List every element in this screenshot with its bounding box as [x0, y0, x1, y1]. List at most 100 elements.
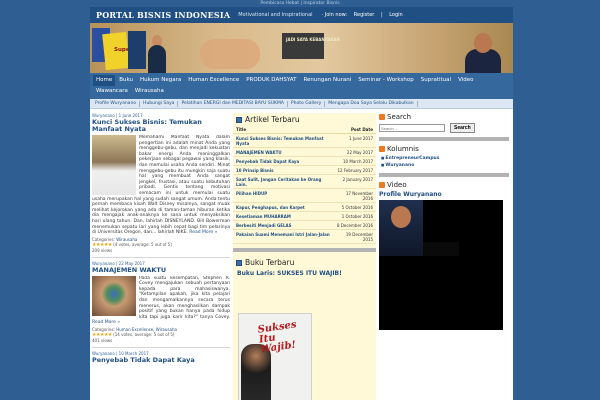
subnav-hubungi[interactable]: Hubungi Saya: [140, 100, 179, 107]
col-title-header: Title: [233, 126, 334, 134]
post-title[interactable]: MANAJEMEN WAKTU: [92, 266, 230, 274]
kolumnis-link[interactable]: EntrepreneurCampus: [385, 156, 439, 161]
table-row: Saat Sulit, Jangan Ceritakan ke Orang La…: [233, 174, 376, 189]
search-heading: Search: [379, 113, 509, 121]
table-row: Berbesiti Menjadi GELAS 8 December 2016: [233, 220, 376, 230]
post-image-mecca[interactable]: [92, 135, 136, 195]
artikel-heading: Artikel Terbaru: [233, 113, 376, 126]
post-meta: Categories: Wirausaha ★★★★★ (4 votes, av…: [92, 237, 230, 253]
nav-supratitual[interactable]: Supratitual: [418, 75, 454, 86]
article-date: 10 March 2017: [333, 156, 376, 166]
list-item: Wuryanano: [381, 162, 509, 169]
content-columns: Wuryanano | 1 June 2017 Kunci Sukses Bis…: [90, 109, 513, 400]
view-count: 209 views: [92, 247, 113, 253]
search-input[interactable]: [379, 124, 445, 132]
box-icon: [236, 116, 242, 123]
article-link[interactable]: 10 Prinsip Bisnis: [236, 168, 274, 173]
section-divider: [379, 137, 509, 141]
subnav-profile[interactable]: Profile Wuryanano: [92, 100, 141, 107]
sub-nav: Profile Wuryanano Hubungi Saya Pelatihan…: [90, 99, 513, 109]
nav-home[interactable]: Home: [93, 75, 116, 86]
kolumnis-link[interactable]: Wuryanano: [385, 163, 414, 168]
section-divider: [379, 173, 509, 177]
register-link[interactable]: Register: [354, 12, 375, 18]
article-date: 12 February 2017: [333, 165, 376, 175]
read-more-link[interactable]: Read More »: [92, 320, 120, 325]
box-icon: [236, 259, 242, 266]
site-title[interactable]: PORTAL BISNIS INDONESIA: [96, 10, 230, 20]
nav-hukum-negara[interactable]: Hukum Negara: [137, 75, 184, 86]
article-link[interactable]: Kapur, Penghapus, dan Karpet: [236, 205, 305, 210]
post-excerpt: Pada suatu kesempatan, Stephen R. Covey …: [92, 275, 230, 326]
post-title[interactable]: Penyebab Tidak Dapat Kaya: [92, 357, 230, 364]
article-link[interactable]: Kesetiaman MUHARRAM: [236, 214, 291, 219]
post-item: Wuryanano | 1 June 2017 Kunci Sukses Bis…: [92, 113, 230, 253]
nav-human-excellence[interactable]: Human Excellence: [185, 75, 242, 86]
site-tagline: Motivational and Inspirational: [238, 12, 313, 18]
article-link[interactable]: Berbesiti Menjadi GELAS: [236, 223, 292, 228]
post-meta: Categories: Human Excellence, Wirausaha …: [92, 327, 230, 343]
book-cover-title: Sukses Itu Wajib!: [257, 319, 298, 356]
nav-seminar-workshop[interactable]: Seminar - Workshop: [355, 75, 417, 86]
video-heading-text: Video: [387, 181, 407, 189]
rss-icon: [379, 146, 385, 152]
posts-column: Wuryanano | 1 June 2017 Kunci Sukses Bis…: [92, 113, 230, 368]
title-bar: PORTAL BISNIS INDONESIA Motivational and…: [90, 7, 513, 23]
view-count: 401 views: [92, 338, 113, 344]
login-link[interactable]: Login: [389, 12, 403, 18]
subnav-pelatihan[interactable]: Pelatihan ENERGI dan MEDITASI BAYU SUKMA: [178, 100, 288, 107]
search-button[interactable]: Search: [450, 123, 475, 133]
article-date: 17 November 2016: [333, 188, 376, 203]
nav-renungan-nurani[interactable]: Renungan Nurani: [300, 75, 354, 86]
banner-cover-text: JADI SAYA KEBANYAKAN: [286, 37, 340, 42]
rss-icon: [379, 114, 385, 120]
article-link[interactable]: Penyebab Tidak Dapat Kaya: [236, 159, 299, 164]
rating-text: (14 votes, average: 5 out of 5): [113, 332, 175, 338]
article-link[interactable]: Pilihan HIDUP: [236, 191, 267, 196]
video-player[interactable]: [379, 200, 503, 330]
nav-buku[interactable]: Buku: [116, 75, 136, 86]
nav-wawancara[interactable]: Wawancara: [93, 86, 131, 97]
buku-title-link[interactable]: Buku Laris: SUKSES ITU WAJIB!: [233, 269, 376, 278]
kolumnis-heading: Kolumnis: [379, 145, 509, 153]
table-row: Kapur, Penghapus, dan Karpet 5 October 20…: [233, 202, 376, 212]
rss-icon: [379, 182, 385, 188]
subnav-mengapa-doa[interactable]: Mengapa Doa Saya Selalu Dikabulkan: [325, 100, 418, 107]
post-title[interactable]: Kunci Sukses Bisnis: Temukan Manfaat Nya…: [92, 119, 230, 133]
section-divider: [233, 248, 376, 252]
banner-author-photo: [465, 31, 501, 73]
nav-video[interactable]: Video: [455, 75, 476, 86]
artikel-heading-text: Artikel Terbaru: [245, 115, 300, 124]
book-cover-image[interactable]: Sukses Itu Wajib!: [238, 313, 312, 400]
article-date: 1 October 2016: [333, 211, 376, 221]
link-separator: |: [380, 12, 383, 18]
banner-book-dark: [128, 31, 146, 69]
table-row: Pilihan HIDUP 17 November 2016: [233, 188, 376, 203]
video-title[interactable]: Profile Wuryanano: [379, 191, 509, 198]
article-link[interactable]: Pakaian Suami Menemani Istri Jalan-Jalan: [236, 232, 330, 237]
article-link[interactable]: Saat Sulit, Jangan Ceritakan ke Orang La…: [236, 177, 321, 187]
post-item: Wuryanano | 22 May 2017 MANAJEMEN WAKTU …: [92, 261, 230, 343]
col-date-header: Post Date: [333, 126, 376, 134]
main-nav: Home Buku Hukum Negara Human Excellence …: [90, 73, 513, 99]
table-row: Pakaian Suami Menemani Istri Jalan-Jalan…: [233, 229, 376, 244]
table-row: Kunci Sukses Bisnis: Temukan Manfaat Nya…: [233, 133, 376, 148]
article-link[interactable]: MANAJEMEN WAKTU: [236, 150, 282, 155]
kolumnis-heading-text: Kolumnis: [387, 145, 419, 153]
top-strip: Pembicara Hebat | Inspirator Bisnis: [260, 1, 340, 6]
subnav-photo-gallery[interactable]: Photo Gallery: [288, 100, 326, 107]
search-form: Search: [379, 123, 509, 133]
article-date: 2 January 2017: [333, 174, 376, 189]
header-banner: Super M JADI SAYA KEBANYAKAN: [90, 23, 513, 73]
table-row: MANAJEMEN WAKTU 22 May 2017: [233, 147, 376, 157]
read-more-link[interactable]: Read More »: [189, 230, 217, 235]
table-row: 10 Prinsip Bisnis 12 February 2017: [233, 165, 376, 175]
banner-person-small: [148, 45, 166, 73]
table-row: Penyebab Tidak Dapat Kaya 10 March 2017: [233, 156, 376, 166]
nav-produk-dahsyat[interactable]: PRODUK DAHSYAT: [243, 75, 299, 86]
post-excerpt: Memahami Manfaat Nyata dalam pengertian …: [92, 135, 230, 236]
nav-wirausaha[interactable]: Wirausaha: [132, 86, 167, 97]
rating-text: (4 votes, average: 5 out of 5): [113, 241, 172, 247]
post-image-globe-hand[interactable]: [92, 275, 136, 316]
article-link[interactable]: Kunci Sukses Bisnis: Temukan Manfaat Nya…: [236, 136, 324, 146]
